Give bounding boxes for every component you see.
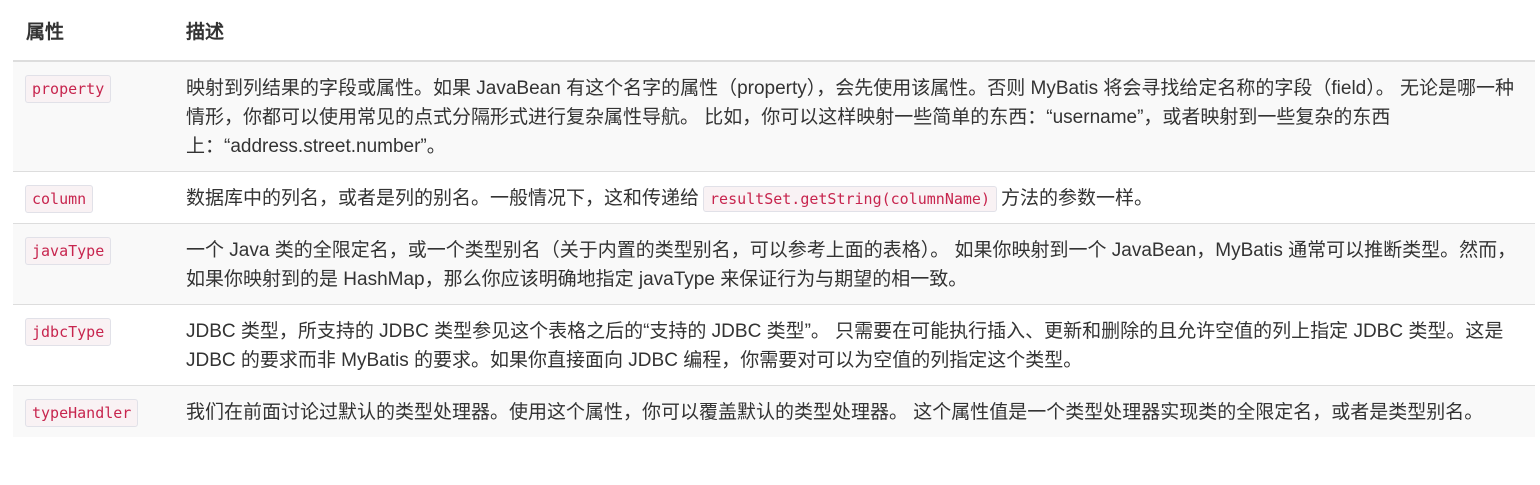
attribute-name-code: typeHandler [25,399,139,427]
header-row: 属性 描述 [13,0,1535,62]
attribute-cell: javaType [13,223,174,305]
table-body: property 映射到列结果的字段或属性。如果 JavaBean 有这个名字的… [13,60,1535,437]
header-description: 描述 [174,0,1535,62]
description-text: 数据库中的列名，或者是列的别名。一般情况下，这和传递给 [186,188,700,209]
inline-code: resultSet.getString(columnName) [703,186,997,212]
table-row: javaType 一个 Java 类的全限定名，或一个类型别名（关于内置的类型别… [13,223,1535,305]
attribute-cell: column [13,171,174,224]
description-cell: 我们在前面讨论过默认的类型处理器。使用这个属性，你可以覆盖默认的类型处理器。 这… [174,385,1535,437]
attribute-name-code: property [25,75,112,103]
description-cell: JDBC 类型，所支持的 JDBC 类型参见这个表格之后的“支持的 JDBC 类… [174,304,1535,386]
attribute-cell: jdbcType [13,304,174,386]
table-row: property 映射到列结果的字段或属性。如果 JavaBean 有这个名字的… [13,60,1535,172]
header-attribute: 属性 [13,0,174,62]
table-row: jdbcType JDBC 类型，所支持的 JDBC 类型参见这个表格之后的“支… [13,304,1535,386]
description-text: 方法的参数一样。 [1000,188,1153,209]
table-header: 属性 描述 [13,0,1535,62]
attribute-cell: property [13,60,174,172]
attribute-table: 属性 描述 property 映射到列结果的字段或属性。如果 JavaBean … [13,0,1535,437]
description-cell: 数据库中的列名，或者是列的别名。一般情况下，这和传递给 resultSet.get… [174,171,1535,224]
attribute-name-code: javaType [25,237,112,265]
description-cell: 一个 Java 类的全限定名，或一个类型别名（关于内置的类型别名，可以参考上面的… [174,223,1535,305]
table-row: typeHandler 我们在前面讨论过默认的类型处理器。使用这个属性，你可以覆… [13,385,1535,437]
attribute-name-code: jdbcType [25,318,112,346]
attribute-name-code: column [25,185,94,213]
description-cell: 映射到列结果的字段或属性。如果 JavaBean 有这个名字的属性（proper… [174,60,1535,172]
attribute-cell: typeHandler [13,385,174,437]
attribute-table-page: 属性 描述 property 映射到列结果的字段或属性。如果 JavaBean … [0,0,1540,485]
table-row: column 数据库中的列名，或者是列的别名。一般情况下，这和传递给 result… [13,171,1535,224]
